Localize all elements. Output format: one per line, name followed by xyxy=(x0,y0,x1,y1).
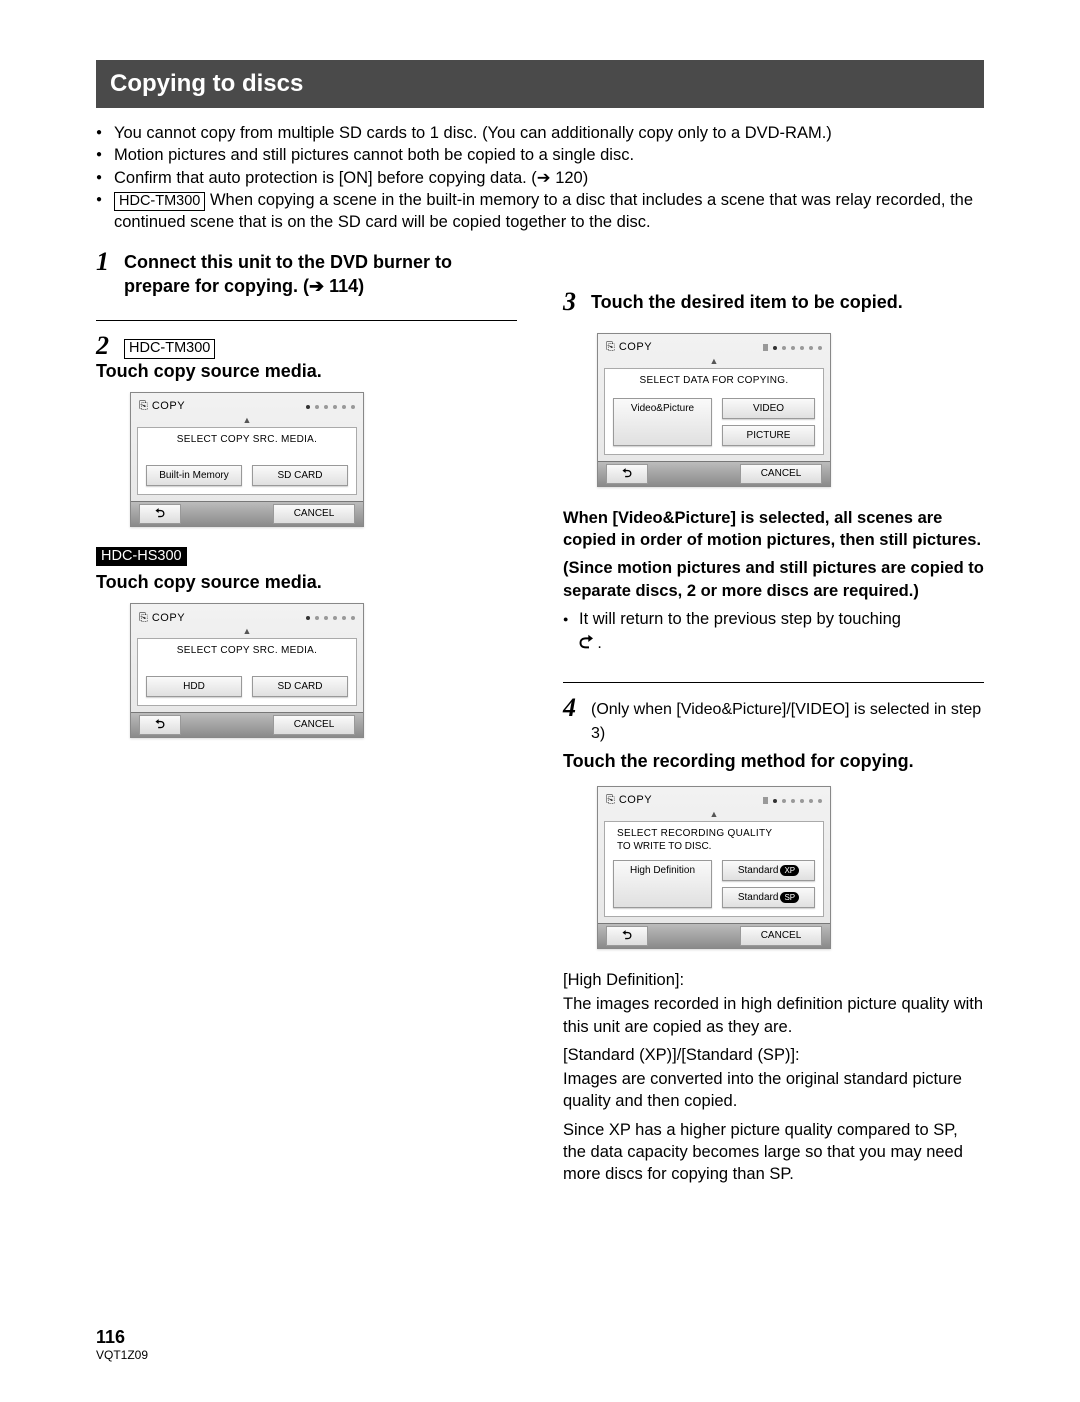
model-badge: HDC-TM300 xyxy=(114,192,205,211)
note-text: When copying a scene in the built-in mem… xyxy=(114,191,973,231)
arrow-icon: ▲ xyxy=(598,356,830,366)
hdd-button[interactable]: HDD xyxy=(146,676,242,697)
std-text-2: Since XP has a higher picture quality co… xyxy=(563,1119,984,1186)
cancel-button[interactable]: CANCEL xyxy=(740,464,822,484)
divider xyxy=(96,320,517,321)
panel-title: COPY xyxy=(139,400,185,413)
panel-subtitle: SELECT COPY SRC. MEDIA. xyxy=(144,434,350,445)
step3-bullet: It will return to the previous step by t… xyxy=(563,608,984,630)
cancel-button[interactable]: CANCEL xyxy=(740,926,822,946)
builtin-memory-button[interactable]: Built-in Memory xyxy=(146,465,242,486)
cancel-button[interactable]: CANCEL xyxy=(273,715,355,735)
step3-note-2: (Since motion pictures and still picture… xyxy=(563,557,984,602)
xp-badge: XP xyxy=(780,865,799,876)
copy-source-panel-hs300: COPY ▲ SELECT COPY SRC. MEDIA. HDD SD CA… xyxy=(130,603,364,738)
arrow-icon: ▲ xyxy=(131,626,363,636)
back-button[interactable]: ⮌ xyxy=(606,464,648,484)
std-text-1: Images are converted into the original s… xyxy=(563,1068,984,1113)
sp-badge: SP xyxy=(780,892,799,903)
progress-dots-icon xyxy=(306,405,355,409)
page-number: 116 xyxy=(96,1327,984,1348)
model-badge: HDC-HS300 xyxy=(96,547,187,566)
step2-instruction-a: Touch copy source media. xyxy=(96,361,517,382)
progress-dots-icon xyxy=(306,616,355,620)
recording-quality-panel: COPY ▲ SELECT RECORDING QUALITY TO WRITE… xyxy=(597,786,831,949)
notes-list: You cannot copy from multiple SD cards t… xyxy=(96,122,984,233)
panel-title: COPY xyxy=(606,341,652,354)
step2-heading: 2 HDC-TM300 xyxy=(96,335,517,358)
hd-text: The images recorded in high definition p… xyxy=(563,993,984,1038)
panel-subtitle-2: TO WRITE TO DISC. xyxy=(617,841,815,852)
standard-sp-button[interactable]: StandardSP xyxy=(722,887,815,908)
page-footer: 116 VQT1Z09 xyxy=(96,1327,984,1362)
section-title: Copying to discs xyxy=(96,60,984,108)
panel-subtitle: SELECT DATA FOR COPYING. xyxy=(611,375,817,386)
step1-heading: 1 Connect this unit to the DVD burner to… xyxy=(96,251,517,298)
step4-heading: 4 (Only when [Video&Picture]/[VIDEO] is … xyxy=(563,697,984,745)
progress-dots-icon xyxy=(763,344,822,351)
high-definition-button[interactable]: High Definition xyxy=(613,860,712,908)
video-picture-button[interactable]: Video&Picture xyxy=(613,398,712,446)
step-number: 2 xyxy=(96,329,109,363)
cancel-button[interactable]: CANCEL xyxy=(273,504,355,524)
standard-xp-button[interactable]: StandardXP xyxy=(722,860,815,881)
back-button[interactable]: ⮌ xyxy=(606,926,648,946)
step1-text: Connect this unit to the DVD burner to p… xyxy=(124,252,452,295)
return-icon: ⮌ xyxy=(579,630,593,660)
step4-condition: (Only when [Video&Picture]/[VIDEO] is se… xyxy=(591,701,981,742)
note-item: HDC-TM300 When copying a scene in the bu… xyxy=(96,189,984,234)
step4-text: Touch the recording method for copying. xyxy=(563,751,984,772)
sd-card-button[interactable]: SD CARD xyxy=(252,465,348,486)
divider xyxy=(563,682,984,683)
sd-card-button[interactable]: SD CARD xyxy=(252,676,348,697)
step2-instruction-b: Touch copy source media. xyxy=(96,572,517,593)
arrow-icon: ▲ xyxy=(131,415,363,425)
note-item: Confirm that auto protection is [ON] bef… xyxy=(96,167,984,189)
note-item: Motion pictures and still pictures canno… xyxy=(96,144,984,166)
picture-button[interactable]: PICTURE xyxy=(722,425,815,446)
step3-text: Touch the desired item to be copied. xyxy=(591,292,903,312)
model-badge: HDC-TM300 xyxy=(124,339,215,358)
panel-subtitle: SELECT RECORDING QUALITY xyxy=(617,828,817,839)
video-button[interactable]: VIDEO xyxy=(722,398,815,419)
document-code: VQT1Z09 xyxy=(96,1348,984,1362)
copy-source-panel-tm300: COPY ▲ SELECT COPY SRC. MEDIA. Built-in … xyxy=(130,392,364,527)
step3-heading: 3 Touch the desired item to be copied. xyxy=(563,291,984,314)
select-data-panel: COPY ▲ SELECT DATA FOR COPYING. Video&Pi… xyxy=(597,333,831,487)
back-button[interactable]: ⮌ xyxy=(139,715,181,735)
return-icon-line: ⮌. xyxy=(563,630,984,660)
step-number: 4 xyxy=(563,691,576,725)
hd-label: [High Definition]: xyxy=(563,969,984,991)
step-number: 1 xyxy=(96,245,109,279)
step-number: 3 xyxy=(563,285,576,319)
step3-note-1: When [Video&Picture] is selected, all sc… xyxy=(563,507,984,552)
progress-dots-icon xyxy=(763,797,822,804)
std-label: [Standard (XP)]/[Standard (SP)]: xyxy=(563,1044,984,1066)
note-item: You cannot copy from multiple SD cards t… xyxy=(96,122,984,144)
arrow-icon: ▲ xyxy=(598,809,830,819)
panel-subtitle: SELECT COPY SRC. MEDIA. xyxy=(144,645,350,656)
panel-title: COPY xyxy=(139,612,185,625)
panel-title: COPY xyxy=(606,794,652,807)
back-button[interactable]: ⮌ xyxy=(139,504,181,524)
